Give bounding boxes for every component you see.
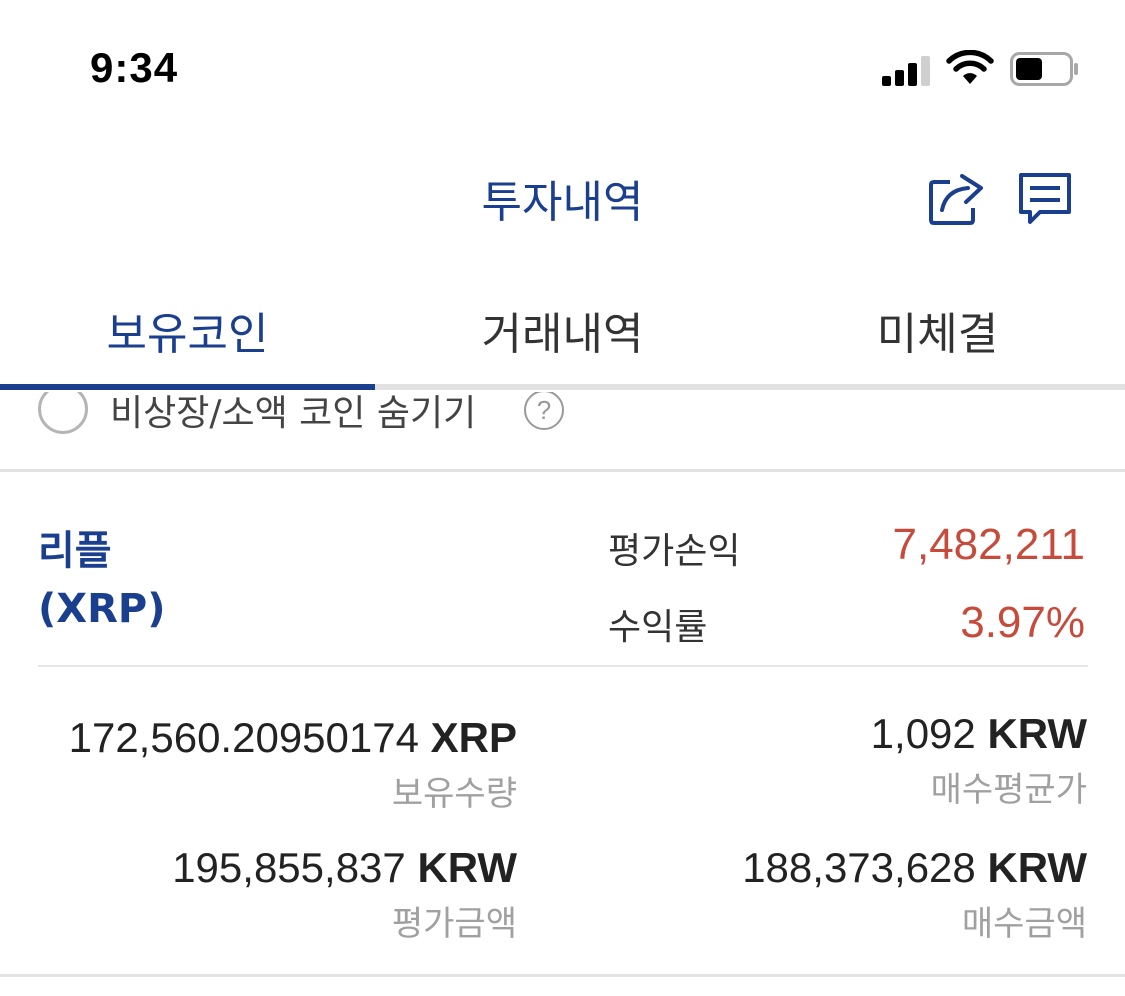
signal-icon <box>882 56 934 86</box>
chat-icon[interactable] <box>1016 170 1074 228</box>
coin-symbol: (XRP) <box>38 586 166 632</box>
tab-holdings[interactable]: 보유코인 <box>0 298 375 362</box>
avg-price-stat: 1,092 KRW 매수평균가 <box>871 710 1087 811</box>
avg-price-unit: KRW <box>987 710 1087 757</box>
return-rate-value: 3.97% <box>960 598 1085 647</box>
eval-amount-unit: KRW <box>417 844 517 891</box>
holding-amount-stat: 172,560.20950174 XRP 보유수량 <box>69 714 517 815</box>
status-bar: 9:34 <box>0 0 1125 130</box>
hide-small-coins-label[interactable]: 비상장/소액 코인 숨기기 <box>110 392 476 436</box>
card-divider <box>38 665 1088 667</box>
header: 투자내역 <box>0 140 1125 250</box>
holding-amount-label: 보유수량 <box>391 774 517 814</box>
profit-value: 7,482,211 <box>892 520 1085 569</box>
eval-amount-label: 평가금액 <box>391 904 517 944</box>
buy-amount-stat: 188,373,628 KRW 매수금액 <box>742 844 1087 945</box>
eval-amount-value: 195,855,837 <box>172 844 406 891</box>
eval-amount-stat: 195,855,837 KRW 평가금액 <box>172 844 517 945</box>
hide-small-coins-row: 비상장/소액 코인 숨기기 ? <box>0 392 1125 470</box>
share-icon[interactable] <box>926 168 988 228</box>
tab-trade-history[interactable]: 거래내역 <box>375 298 750 362</box>
buy-amount-label: 매수금액 <box>961 904 1087 944</box>
return-rate-label: 수익률 <box>608 607 708 648</box>
tab-pending-orders[interactable]: 미체결 <box>750 298 1125 362</box>
profit-label: 평가손익 <box>608 531 741 572</box>
buy-amount-unit: KRW <box>987 844 1087 891</box>
wifi-icon <box>946 50 994 84</box>
battery-icon <box>1010 52 1078 86</box>
divider <box>0 469 1125 472</box>
buy-amount-value: 188,373,628 <box>742 844 976 891</box>
status-time: 9:34 <box>90 44 179 91</box>
tab-active-indicator <box>0 384 375 390</box>
tab-bar: 보유코인 거래내역 미체결 <box>0 280 1125 392</box>
avg-price-value: 1,092 <box>870 710 976 757</box>
divider <box>0 974 1125 977</box>
coin-name-block: 리플 (XRP) <box>38 522 166 638</box>
coin-name: 리플 <box>38 528 112 574</box>
holding-amount-unit: XRP <box>430 714 517 761</box>
avg-price-label: 매수평균가 <box>930 770 1087 810</box>
help-icon[interactable]: ? <box>524 392 564 430</box>
holding-amount-value: 172,560.20950174 <box>68 714 419 761</box>
hide-small-coins-radio[interactable] <box>38 392 88 434</box>
